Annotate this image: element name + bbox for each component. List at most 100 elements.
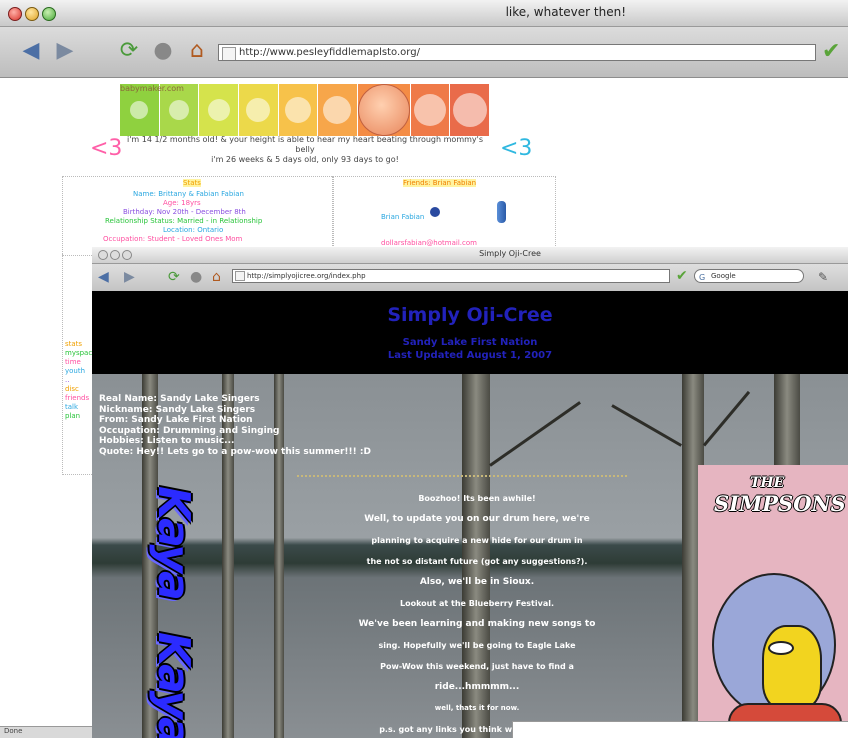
front-back-arrow-icon[interactable]: ◀	[98, 268, 109, 286]
friends-box: Friends: Brian Fabian Brian Fabian dolla…	[332, 176, 556, 256]
heart-right: <3	[500, 136, 533, 161]
front-forward-arrow-icon[interactable]: ▶	[124, 268, 135, 286]
profile-line-3: Birthday: Nov 20th - December 8th	[123, 208, 246, 216]
profile-line-2: Age: 18yrs	[163, 199, 201, 207]
back-status-bar: Done	[0, 726, 92, 738]
front-url-text: http://simplyojicree.org/index.php	[247, 272, 366, 280]
fetus-icon	[130, 101, 149, 119]
back-window-title: like, whatever then!	[505, 5, 626, 19]
front-home-icon[interactable]: ⌂	[212, 268, 221, 286]
tree-branch	[702, 390, 751, 447]
front-window-toolbar: ◀ ▶ ⟳ ● ⌂ http://simplyojicree.org/index…	[92, 264, 848, 292]
info-hobbies: Hobbies: Listen to music...	[99, 436, 235, 446]
fetal-banner-title: babymaker.com	[120, 84, 184, 93]
heart-left: <3	[90, 136, 123, 161]
left-snippet: time	[65, 358, 81, 366]
fetal-stage-cell	[199, 84, 239, 136]
site-header: Simply Oji-Cree Sandy Lake First Nation …	[92, 291, 848, 374]
front-pencil-icon[interactable]: ✎	[818, 268, 828, 286]
body-line-10: ride...hmmmm...	[434, 682, 520, 692]
profile-line-4: Relationship Status: Married - in Relati…	[105, 217, 263, 225]
friends-heading: Friends: Brian Fabian	[403, 179, 477, 187]
info-nickname: Nickname: Sandy Lake Singers	[99, 404, 256, 415]
front-go-checkmark-icon[interactable]: ✔	[676, 268, 688, 284]
left-snippet: plan	[65, 412, 81, 420]
friend-avatar-icon[interactable]	[430, 207, 440, 217]
friends-scrollbar[interactable]	[497, 201, 506, 223]
site-title: Simply Oji-Cree	[387, 304, 553, 326]
site-subtitle-location: Sandy Lake First Nation	[402, 337, 538, 348]
back-url-text: http://www.pesleyfiddlemaplsto.org/	[239, 47, 420, 58]
forward-arrow-icon[interactable]: ▶	[50, 38, 80, 64]
reload-icon[interactable]: ⟳	[114, 38, 144, 64]
back-window-toolbar: ◀ ▶ ⟳ ● ⌂ http://www.pesleyfiddlemaplsto…	[0, 27, 848, 78]
profile-stats-box: Stats Name: Brittany & Fabian Fabian Age…	[62, 176, 334, 256]
info-occupation: Occupation: Drumming and Singing	[99, 425, 280, 436]
front-window-titlebar: Simply Oji-Cree	[92, 247, 848, 264]
front-search-field[interactable]: G Google	[694, 269, 804, 283]
body-line-7: We've been learning and making new songs…	[358, 619, 596, 629]
left-snippet: stats	[65, 340, 83, 348]
body-line-4: the not so distant future (got any sugge…	[366, 557, 588, 566]
profile-heading: Stats	[183, 179, 201, 187]
fetus-icon	[323, 96, 352, 124]
fetus-icon	[284, 97, 311, 123]
fetal-stage-cell	[238, 84, 279, 136]
tree-branch	[489, 401, 581, 467]
back-address-field[interactable]: http://www.pesleyfiddlemaplsto.org/	[218, 44, 816, 61]
go-checkmark-icon[interactable]: ✔	[822, 39, 840, 64]
character-eye	[768, 641, 794, 655]
simpsons-logo: THE SIMPSONS	[714, 475, 846, 516]
friends-line-1: Brian Fabian	[381, 213, 425, 221]
fetus-icon	[168, 100, 189, 120]
home-icon[interactable]: ⌂	[182, 38, 212, 64]
fetus-icon	[414, 94, 447, 126]
body-line-9: Pow-Wow this weekend, just have to find …	[380, 662, 574, 671]
graffiti-bottom: Kaya	[148, 632, 199, 738]
lake-background-photo: Real Name: Sandy Lake Singers Nickname: …	[92, 374, 848, 738]
fetal-stage-cell	[318, 84, 358, 136]
back-arrow-icon[interactable]: ◀	[16, 38, 46, 64]
fetus-icon	[452, 93, 487, 127]
left-snippet: friends	[65, 394, 90, 402]
body-line-1: Boozhoo! Its been awhile!	[418, 494, 536, 503]
left-snippet: youth	[65, 367, 86, 375]
front-address-field[interactable]: http://simplyojicree.org/index.php	[232, 269, 670, 283]
profile-line-5: Location: Ontario	[163, 226, 224, 234]
site-subtitle-updated: Last Updated August 1, 2007	[387, 350, 553, 361]
character-face	[762, 625, 822, 709]
info-from: From: Sandy Lake First Nation	[99, 415, 253, 425]
stop-icon[interactable]: ●	[148, 38, 178, 64]
left-snippet: ..	[65, 376, 70, 384]
search-engine-icon: G	[699, 273, 706, 282]
friends-line-2: dollarsfabian@hotmail.com	[381, 239, 477, 247]
body-line-5: Also, we'll be in Sioux.	[419, 577, 535, 587]
body-line-2: Well, to update you on our drum here, we…	[364, 514, 590, 524]
front-page-icon	[235, 271, 245, 281]
tree-branch	[611, 404, 683, 447]
profile-line-1: Name: Brittany & Fabian Fabian	[133, 190, 244, 198]
front-reload-icon[interactable]: ⟳	[168, 268, 180, 286]
fetal-stage-cell	[357, 84, 411, 136]
left-snippet: talk	[65, 403, 79, 411]
fetus-icon	[246, 98, 271, 122]
back-window-titlebar: like, whatever then!	[0, 0, 848, 27]
body-line-8: sing. Hopefully we'll be going to Eagle …	[378, 641, 576, 650]
front-browser-window: Simply Oji-Cree ◀ ▶ ⟳ ● ⌂ http://simplyo…	[92, 247, 848, 738]
fetal-stage-cell	[278, 84, 319, 136]
dotted-divider	[297, 475, 627, 477]
body-line-6: Lookout at the Blueberry Festival.	[399, 599, 555, 608]
page-icon	[222, 47, 236, 60]
simpsons-image: THE SIMPSONS	[698, 465, 848, 738]
front-stop-icon[interactable]: ●	[190, 268, 202, 286]
overlapping-window-edge	[512, 721, 848, 738]
body-line-11: well, thats it for now.	[434, 704, 520, 712]
profile-info: Real Name: Sandy Lake Singers Nickname: …	[99, 394, 371, 457]
simpsons-logo-the: THE	[750, 475, 785, 491]
front-window-title: Simply Oji-Cree	[479, 249, 541, 258]
info-real-name: Real Name: Sandy Lake Singers	[99, 394, 260, 404]
left-snippet: disc	[65, 385, 79, 393]
fetal-stage-cell	[450, 84, 490, 136]
simpsons-logo-name: SIMPSONS	[714, 491, 846, 516]
fetal-caption-line1: i'm 14 1/2 months old! & your height is …	[126, 135, 483, 154]
